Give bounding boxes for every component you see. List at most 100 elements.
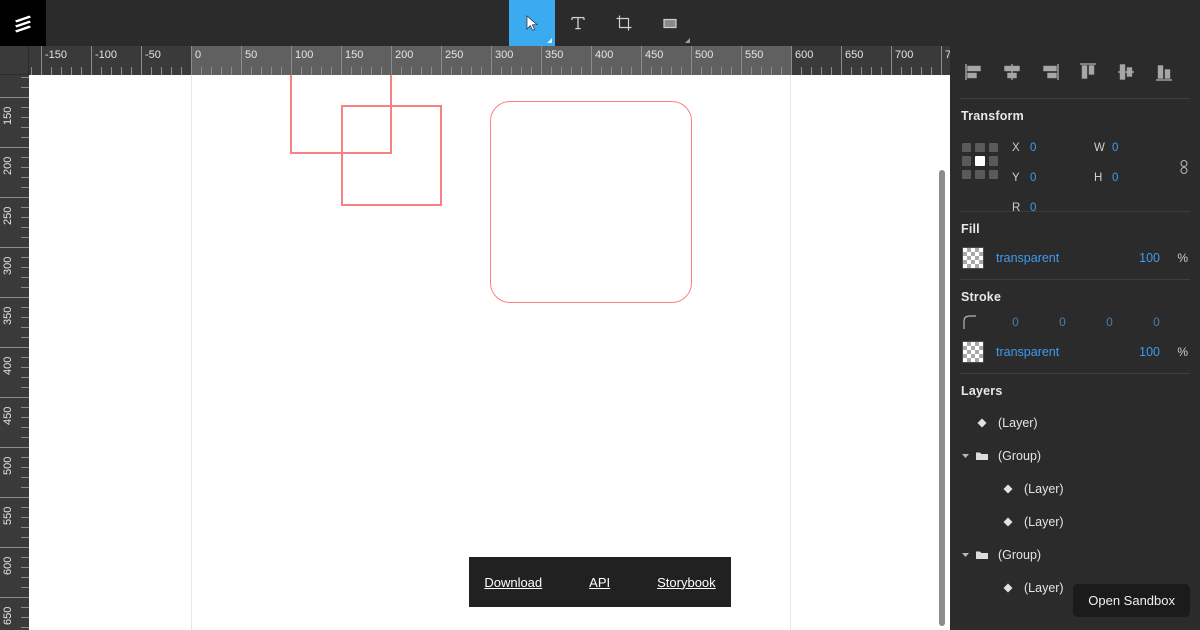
canvas-shape-square-2[interactable] [341,105,442,206]
ruler-h-tick-minor [71,67,72,75]
link-download[interactable]: Download [484,575,542,590]
tool-text[interactable] [555,0,601,46]
canvas-vertical-scrollbar[interactable] [939,170,945,626]
artboard-guide-right [790,75,791,630]
align-bottom-button[interactable] [1154,62,1174,82]
ruler-h-tick-minor [281,67,282,75]
ruler-h-tick-minor [31,67,32,75]
stroke-corner-bl[interactable]: 0 [1133,315,1180,329]
stroke-opacity-value[interactable]: 100 [1139,345,1160,359]
ruler-v-tick-minor [21,257,29,258]
anchor-cell-4[interactable] [975,156,985,166]
link-aspect-icon[interactable] [1178,159,1190,180]
transform-value-y[interactable]: 0 [1030,172,1036,184]
layer-row-group-1[interactable]: (Group) [950,439,1200,472]
fill-opacity-value[interactable]: 100 [1139,251,1160,265]
align-center-horizontal-button[interactable] [1002,62,1022,82]
stroke-color-swatch[interactable] [962,341,984,363]
layer-diamond-glyph [1003,517,1013,526]
align-toolbar [950,46,1200,98]
ruler-h-tick-minor [201,67,202,75]
folder-icon [972,450,992,462]
tool-select[interactable] [509,0,555,46]
align-left-button[interactable] [964,62,984,82]
tool-crop[interactable] [601,0,647,46]
corner-radius-glyph [963,315,976,329]
ruler-v-tick-major [0,347,29,348]
ruler-h-tick-minor [151,67,152,75]
stroke-corner-tl[interactable]: 0 [992,315,1039,329]
align-right-button[interactable] [1040,62,1060,82]
ruler-v-tick-minor [21,207,29,208]
transform-field-r[interactable]: R 0 [1012,202,1036,214]
transform-value-h[interactable]: 0 [1112,172,1118,184]
top-toolbar [0,0,1200,46]
ruler-h-tick-minor [871,67,872,75]
align-top-button[interactable] [1078,62,1098,82]
stroke-corner-br[interactable]: 0 [1086,315,1133,329]
layer-row-group-2[interactable]: (Group) [950,538,1200,571]
ruler-h-tick-minor [551,67,552,75]
ruler-v-tick-minor [21,227,29,228]
stroke-color-name[interactable]: transparent [996,345,1127,359]
layer-row-layer-2[interactable]: (Layer) [950,472,1200,505]
ruler-h-tick-minor [171,67,172,75]
ruler-v-tick-minor [21,417,29,418]
align-middle-vertical-button[interactable] [1116,62,1136,82]
folder-glyph [976,551,988,559]
folder-glyph [976,452,988,460]
layer-row-layer-3[interactable]: (Layer) [950,505,1200,538]
ruler-h-label: 700 [895,49,914,61]
layer-diamond-icon [998,582,1018,594]
ruler-h-tick-major [891,46,892,75]
transform-value-w[interactable]: 0 [1112,142,1118,154]
transform-value-x[interactable]: 0 [1030,142,1036,154]
tool-rectangle[interactable] [647,0,693,46]
canvas-shape-rounded-square[interactable] [490,101,692,303]
anchor-cell-3[interactable] [962,156,972,166]
anchor-cell-0[interactable] [962,143,972,153]
anchor-cell-6[interactable] [962,169,972,179]
ruler-horizontal[interactable]: -150 -100 -50 0 50 100 150 200 250 300 350 400 450 50… [29,46,960,75]
layers-list: (Layer) (Group) (Layer) (Layer) (Group) (Laye… [950,404,1200,604]
align-bottom-icon [1156,65,1172,81]
ruler-h-label: 500 [695,49,714,61]
transform-field-w[interactable]: W 0 [1094,142,1118,154]
ruler-v-tick-minor [21,107,29,108]
ruler-h-label: 100 [295,49,314,61]
transform-label-x: X [1012,142,1020,154]
chevron-down-icon[interactable] [958,451,972,460]
ruler-h-tick-minor [371,67,372,75]
fill-color-name[interactable]: transparent [996,251,1127,265]
ruler-h-tick-minor [651,67,652,75]
ruler-v-tick-minor [21,477,29,478]
chevron-down-icon[interactable] [958,550,972,559]
fill-color-swatch[interactable] [962,247,984,269]
fill-row: transparent 100 % [950,242,1200,279]
anchor-cell-1[interactable] [975,143,985,153]
anchor-cell-5[interactable] [988,156,998,166]
layer-row-layer-1[interactable]: (Layer) [950,406,1200,439]
anchor-cell-8[interactable] [988,169,998,179]
open-sandbox-button[interactable]: Open Sandbox [1073,584,1190,617]
ruler-h-tick-major [791,46,792,75]
stroke-corner-tr[interactable]: 0 [1039,315,1086,329]
design-canvas[interactable]: Download API Storybook [29,75,950,630]
anchor-cell-2[interactable] [988,143,998,153]
transform-anchor-grid[interactable] [962,143,998,179]
ruler-vertical[interactable]: 150 200 250 300 350 400 450 500 550 600 650 [0,75,29,630]
ruler-h-tick-major [541,46,542,75]
transform-field-x[interactable]: X 0 [1012,142,1036,154]
ruler-v-tick-minor [21,617,29,618]
anchor-cell-7[interactable] [975,169,985,179]
layer-diamond-icon [972,417,992,429]
app-logo[interactable] [0,0,46,46]
transform-value-r[interactable]: 0 [1030,202,1036,214]
transform-field-h[interactable]: H 0 [1094,172,1118,184]
transform-field-y[interactable]: Y 0 [1012,172,1036,184]
link-storybook[interactable]: Storybook [657,575,716,590]
link-api[interactable]: API [589,575,610,590]
ruler-h-tick-minor [131,67,132,75]
ruler-v-tick-minor [21,507,29,508]
ruler-h-label: 300 [495,49,514,61]
